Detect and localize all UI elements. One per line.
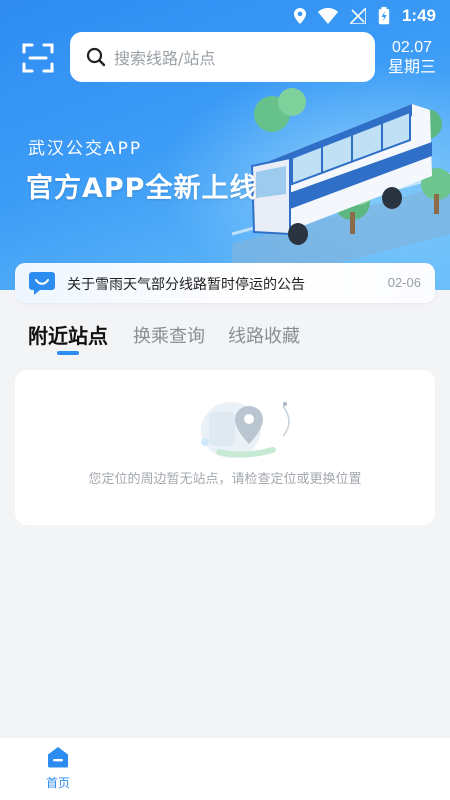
- empty-state-text: 您定位的周边暂无站点，请检查定位或更换位置: [88, 472, 362, 487]
- tab-nearby-stations[interactable]: 附近站点: [28, 320, 108, 349]
- banner-title: 官方APP全新上线: [26, 173, 258, 204]
- battery-icon: [378, 7, 390, 25]
- search-input[interactable]: 搜索线路/站点: [70, 32, 375, 82]
- date-weekday: 星期三: [387, 57, 436, 76]
- status-time: 1:49: [401, 6, 436, 25]
- notice-date: 02-06: [387, 275, 421, 290]
- tab-active-indicator: [57, 351, 79, 355]
- tab-route-favorites[interactable]: 线路收藏: [228, 322, 300, 348]
- home-icon: [48, 747, 68, 768]
- date-display: 02.07 星期三: [384, 38, 440, 76]
- notice-text: 关于雪雨天气部分线路暂时停运的公告: [67, 277, 305, 293]
- nav-home[interactable]: 首页: [40, 746, 76, 791]
- location-icon: [293, 8, 306, 24]
- bottom-nav: 首页: [0, 738, 450, 800]
- notice-bar[interactable]: 关于雪雨天气部分线路暂时停运的公告 02-06: [15, 263, 435, 303]
- hero-banner[interactable]: 1:49 搜索线路/站点 02.07 星期三 武汉公交APP 官方APP全新上线: [0, 0, 450, 290]
- scan-button[interactable]: [22, 42, 54, 74]
- nav-home-label: 首页: [45, 776, 70, 790]
- date-day: 02.07: [391, 39, 433, 56]
- map-pin-empty-illustration: [201, 402, 290, 458]
- status-bar: 1:49: [0, 0, 450, 32]
- bus-illustration: [232, 88, 450, 280]
- search-icon: [86, 47, 106, 67]
- banner-subtitle: 武汉公交APP: [28, 139, 143, 159]
- tab-bar: 附近站点 换乘查询 线路收藏: [0, 318, 450, 360]
- search-placeholder: 搜索线路/站点: [114, 49, 216, 68]
- message-icon: [29, 272, 55, 295]
- wifi-icon: [317, 8, 338, 24]
- tab-transfer-query[interactable]: 换乘查询: [133, 322, 205, 348]
- nearby-stations-card: 您定位的周边暂无站点，请检查定位或更换位置: [15, 370, 435, 525]
- signal-icon: [349, 8, 366, 24]
- scan-icon: [22, 43, 54, 73]
